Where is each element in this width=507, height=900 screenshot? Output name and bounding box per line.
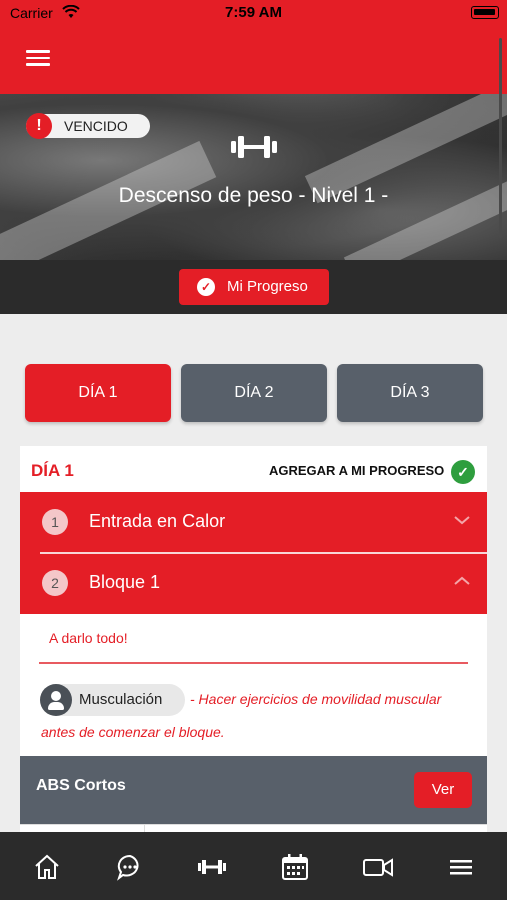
- video-icon[interactable]: [362, 852, 393, 882]
- my-progress-label: Mi Progreso: [227, 278, 308, 295]
- check-circle-icon[interactable]: ✓: [451, 460, 475, 484]
- exercise-block-title: ABS Cortos: [36, 777, 126, 794]
- section-row-block-1[interactable]: 2 Bloque 1: [20, 553, 487, 614]
- exercise-block-header: ABS Cortos Ver: [20, 756, 487, 824]
- category-chip: Musculación: [40, 684, 185, 716]
- nav-bar: [0, 26, 507, 94]
- chat-icon[interactable]: [115, 852, 145, 882]
- menu-icon[interactable]: [446, 852, 476, 882]
- scroll-indicator: [499, 38, 502, 238]
- tab-day-1[interactable]: DÍA 1: [25, 364, 171, 422]
- section-number: 1: [42, 509, 68, 535]
- plan-title: Descenso de peso - Nivel 1 -: [118, 184, 389, 207]
- category-label: Musculación: [79, 691, 163, 708]
- section-number: 2: [42, 570, 68, 596]
- status-badge-label: VENCIDO: [64, 118, 128, 134]
- divider: [39, 662, 468, 664]
- view-button[interactable]: Ver: [414, 772, 472, 808]
- check-icon: ✓: [197, 278, 215, 296]
- tab-day-2[interactable]: DÍA 2: [181, 364, 327, 422]
- dumbbell-icon[interactable]: [197, 852, 227, 882]
- battery-icon: [471, 6, 499, 19]
- progress-strip: ✓ Mi Progreso: [0, 260, 507, 314]
- add-to-progress-link[interactable]: AGREGAR A MI PROGRESO: [269, 463, 444, 478]
- my-progress-button[interactable]: ✓ Mi Progreso: [179, 269, 329, 305]
- dumbbell-icon: [229, 132, 279, 167]
- clock: 7:59 AM: [225, 4, 282, 21]
- section-row-warmup[interactable]: 1 Entrada en Calor: [20, 492, 487, 553]
- hamburger-menu-icon[interactable]: [26, 50, 50, 68]
- block-description: - Hacer ejercicios de movilidad muscular: [190, 691, 442, 707]
- day-header: DÍA 1 AGREGAR A MI PROGRESO ✓: [20, 446, 487, 492]
- divider: [40, 552, 487, 554]
- section-label: Entrada en Calor: [89, 511, 226, 531]
- home-icon[interactable]: [32, 852, 62, 882]
- day-title: DÍA 1: [31, 461, 74, 480]
- chevron-up-icon: [453, 574, 471, 592]
- plan-hero-image: ! VENCIDO Descenso de peso - Nivel 1 -: [0, 94, 507, 260]
- block-description-continued: antes de comenzar el bloque.: [41, 724, 225, 740]
- calendar-icon[interactable]: [280, 852, 310, 882]
- bottom-tab-bar: [0, 832, 507, 900]
- status-bar: Carrier 7:59 AM: [0, 0, 507, 26]
- block-motto: A darlo todo!: [49, 630, 128, 646]
- status-badge: ! VENCIDO: [26, 113, 150, 139]
- day-card: DÍA 1 AGREGAR A MI PROGRESO ✓ 1 Entrada …: [20, 446, 487, 837]
- alert-icon: !: [26, 113, 52, 139]
- chevron-down-icon: [453, 513, 471, 531]
- section-label: Bloque 1: [89, 572, 161, 592]
- tab-day-3[interactable]: DÍA 3: [337, 364, 483, 422]
- person-icon: [40, 684, 72, 716]
